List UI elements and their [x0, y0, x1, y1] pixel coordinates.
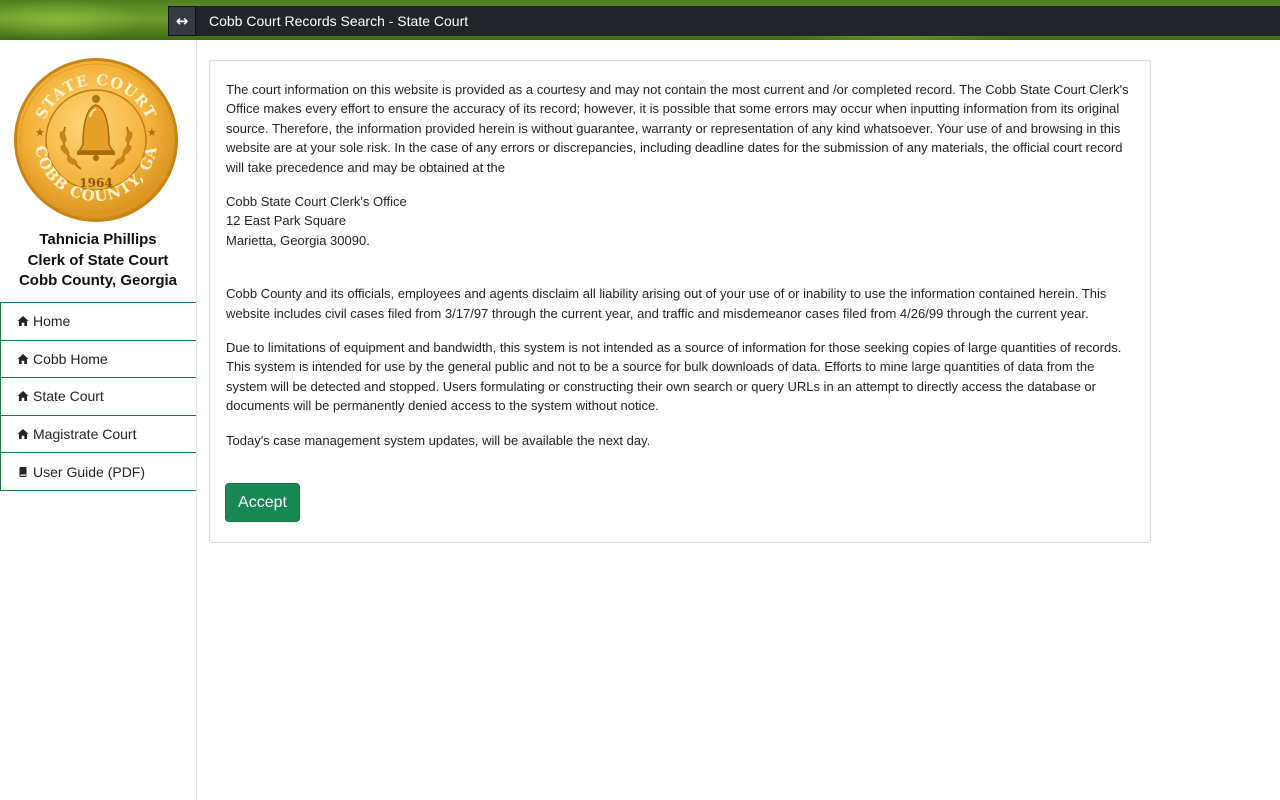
- home-icon: [17, 353, 29, 364]
- clerk-name: Tahnicia Phillips: [39, 231, 157, 248]
- top-navbar: ↔ Cobb Court Records Search - State Cour…: [168, 6, 1280, 36]
- sidebar-item-state-court[interactable]: State Court: [0, 378, 196, 416]
- home-icon: [17, 316, 29, 327]
- sidebar-toggle-button[interactable]: ↔: [168, 6, 196, 36]
- accept-button[interactable]: Accept: [225, 483, 300, 522]
- home-icon: [17, 391, 29, 402]
- sidebar-nav: Home Cobb Home State Court Magistrate Co…: [0, 302, 196, 491]
- sidebar-item-cobb-home[interactable]: Cobb Home: [0, 340, 196, 379]
- page-title: Cobb Court Records Search - State Court: [209, 13, 469, 29]
- state-court-seal-logo: STATE COURT COBB COUNTY, GA ★ ★ 1964: [13, 57, 179, 223]
- sidebar-item-label: Magistrate Court: [33, 426, 137, 443]
- sidebar: STATE COURT COBB COUNTY, GA ★ ★ 1964 Tah…: [0, 40, 197, 800]
- disclaimer-paragraph: The court information on this website is…: [226, 82, 1129, 175]
- sidebar-item-label: User Guide (PDF): [33, 463, 146, 480]
- disclaimer-paragraph: Today's case management system updates, …: [226, 432, 651, 448]
- clerk-title: Clerk of State Court: [27, 251, 169, 269]
- sidebar-item-user-guide[interactable]: User Guide (PDF): [0, 453, 196, 491]
- disclaimer-card: The court information on this website is…: [209, 60, 1151, 543]
- home-icon: [17, 429, 29, 440]
- expand-arrows-icon: ↔: [175, 12, 189, 30]
- sidebar-item-label: Home: [33, 313, 71, 330]
- book-icon: [19, 466, 27, 477]
- disclaimer-paragraph: Cobb County and its officials, employees…: [226, 286, 1107, 321]
- disclaimer-paragraph: Due to limitations of equipment and band…: [226, 340, 1122, 414]
- sidebar-item-label: Cobb Home: [33, 350, 108, 367]
- clerk-info: Tahnicia Phillips Clerk of State Court C…: [0, 230, 196, 292]
- sidebar-item-magistrate-court[interactable]: Magistrate Court: [0, 415, 196, 454]
- svg-text:1964: 1964: [79, 176, 112, 190]
- clerk-office-address: Cobb State Court Clerk's Office 12 East …: [226, 194, 407, 248]
- sidebar-item-home[interactable]: Home: [0, 303, 196, 341]
- clerk-county: Cobb County, Georgia: [18, 272, 178, 289]
- svg-text:★: ★: [147, 126, 157, 139]
- sidebar-item-label: State Court: [33, 388, 104, 405]
- svg-text:★: ★: [35, 126, 45, 139]
